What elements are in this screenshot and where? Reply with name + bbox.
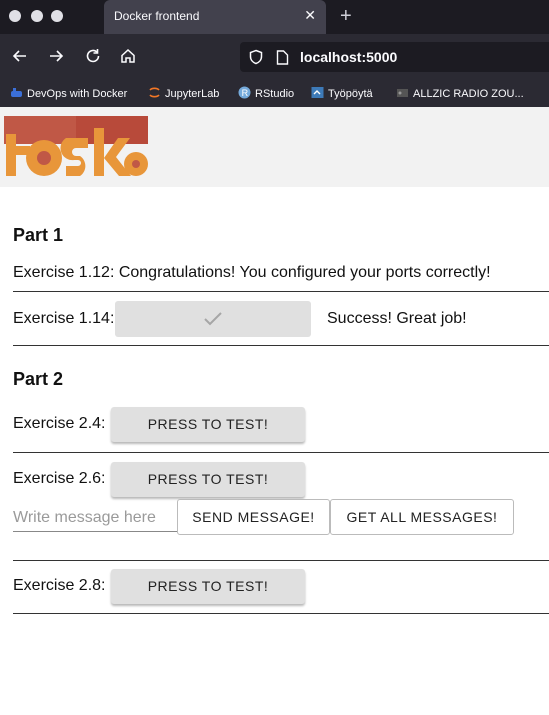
browser-nav-bar: localhost:5000 — [0, 34, 549, 80]
exercise-2-4-test-button[interactable]: PRESS TO TEST! — [111, 407, 305, 442]
get-all-messages-button[interactable]: GET ALL MESSAGES! — [330, 499, 514, 535]
tab-title: Docker frontend — [114, 9, 200, 23]
exercise-2-4-label: Exercise 2.4: — [13, 415, 106, 432]
new-tab-icon[interactable]: + — [340, 5, 352, 27]
bookmark-label: RStudio — [255, 88, 295, 100]
bookmark-label: JupyterLab — [165, 88, 220, 100]
home-icon[interactable] — [119, 47, 137, 70]
toska-logo — [4, 116, 148, 176]
exercise-2-8-label: Exercise 2.8: — [13, 577, 106, 594]
svg-text:R: R — [242, 88, 249, 98]
rstudio-icon: R — [238, 86, 251, 99]
message-input[interactable] — [13, 505, 177, 532]
exercise-2-8-test-button[interactable]: PRESS TO TEST! — [111, 569, 305, 604]
reload-icon[interactable] — [84, 47, 102, 70]
checkmark-icon — [204, 312, 222, 326]
window-maximize-dot[interactable] — [51, 10, 63, 22]
divider — [13, 452, 549, 453]
exercise-1-14-status: Success! Great job! — [327, 310, 467, 327]
url-bar[interactable]: localhost:5000 — [240, 42, 549, 72]
browser-tab-bar: Docker frontend ✕ + — [0, 0, 549, 34]
exercise-1-14-button[interactable] — [115, 301, 311, 337]
page-icon — [276, 50, 289, 70]
window-close-dot[interactable] — [9, 10, 21, 22]
divider — [13, 345, 549, 346]
exercise-1-12-text: Exercise 1.12: Congratulations! You conf… — [13, 264, 491, 281]
forward-icon[interactable] — [47, 47, 65, 70]
divider — [13, 560, 549, 561]
part1-heading: Part 1 — [13, 225, 64, 245]
bookmark-allzic-radio[interactable]: ALLZIC RADIO ZOU... — [396, 86, 524, 100]
desktop-icon — [311, 87, 324, 98]
bookmark-tyopoyta[interactable]: Työpöytä — [311, 86, 373, 100]
jupyter-icon — [149, 87, 160, 98]
tab-close-icon[interactable]: ✕ — [304, 7, 316, 23]
shield-icon[interactable] — [248, 49, 264, 70]
back-icon[interactable] — [11, 47, 29, 70]
radio-icon — [397, 89, 408, 97]
bookmarks-bar: DevOps with Docker JupyterLab R RStudio T… — [0, 80, 549, 107]
bookmark-devops[interactable]: DevOps with Docker — [10, 86, 127, 100]
exercise-2-6-test-button[interactable]: PRESS TO TEST! — [111, 462, 305, 497]
divider — [13, 291, 549, 292]
bookmark-rstudio[interactable]: R RStudio — [238, 86, 294, 100]
exercise-2-6-label: Exercise 2.6: — [13, 470, 106, 487]
window-minimize-dot[interactable] — [31, 10, 43, 22]
app-header — [0, 107, 549, 187]
url-text[interactable]: localhost:5000 — [300, 49, 397, 65]
docker-icon — [11, 88, 22, 97]
bookmark-jupyterlab[interactable]: JupyterLab — [148, 86, 219, 100]
exercise-1-14-label: Exercise 1.14: — [13, 310, 115, 327]
bookmark-label: ALLZIC RADIO ZOU... — [413, 88, 524, 100]
send-message-button[interactable]: SEND MESSAGE! — [177, 499, 330, 535]
part2-heading: Part 2 — [13, 369, 64, 389]
browser-tab[interactable]: Docker frontend ✕ — [104, 0, 326, 34]
bookmark-label: Työpöytä — [328, 88, 373, 100]
divider — [13, 613, 549, 614]
bookmark-label: DevOps with Docker — [27, 88, 128, 100]
